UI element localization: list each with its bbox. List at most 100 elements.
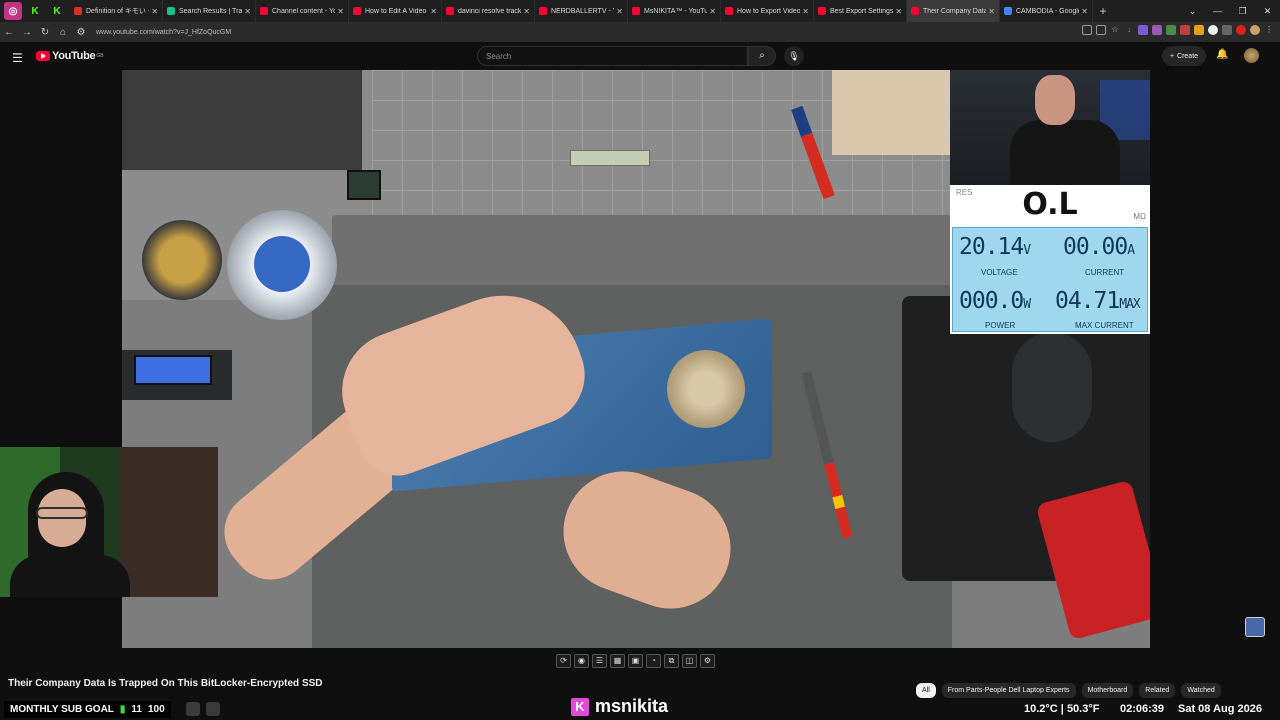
extension-3-icon[interactable]: [1166, 25, 1176, 35]
search-button[interactable]: ⌕: [748, 46, 776, 66]
extension-2-icon[interactable]: [1152, 25, 1162, 35]
tab-title: Search Results | Trainline: [179, 7, 243, 15]
video-title: Their Company Data Is Trapped On This Bi…: [8, 678, 323, 689]
playlist-icon[interactable]: ☰: [592, 654, 607, 668]
back-icon[interactable]: ←: [0, 27, 18, 38]
reload-icon[interactable]: ↻: [36, 27, 54, 38]
video-fan: [667, 350, 745, 428]
browser-tab[interactable]: Best Export Settings in Da✕: [814, 0, 907, 22]
extension-1-icon[interactable]: [1138, 25, 1148, 35]
account-avatar[interactable]: [1244, 48, 1259, 63]
tab-close-icon[interactable]: ✕: [988, 7, 995, 16]
filter-chip[interactable]: Motherboard: [1081, 683, 1134, 698]
tab-title: davinci resolve track, rem: [458, 7, 522, 15]
youtube-play-icon: [36, 51, 50, 61]
new-tab-button[interactable]: +: [1093, 4, 1113, 18]
tab-title: Channel content - YouTub: [272, 7, 335, 15]
tab-close-icon[interactable]: ✕: [244, 7, 251, 16]
browser-tab[interactable]: MsNIKITA™ - YouTube✕: [628, 0, 721, 22]
tab-favicon-icon: [167, 7, 175, 15]
browser-tab[interactable]: NERDBALLERTV - YouTub✕: [535, 0, 628, 22]
search-input[interactable]: Search: [477, 46, 748, 66]
download-icon[interactable]: ↓: [1124, 25, 1134, 35]
browser-tab[interactable]: Channel content - YouTub✕: [256, 0, 349, 22]
streamer-webcam: [950, 70, 1150, 185]
site-info-icon[interactable]: ⚙: [72, 27, 90, 38]
browser-tab[interactable]: How to Export Videos wit✕: [721, 0, 814, 22]
browser-tab[interactable]: davinci resolve track, rem✕: [442, 0, 535, 22]
pip-icon[interactable]: ⧉: [664, 654, 679, 668]
create-button[interactable]: + Create: [1162, 46, 1206, 66]
chapters-icon[interactable]: ▦: [610, 654, 625, 668]
forward-icon[interactable]: →: [18, 27, 36, 38]
tab-close-icon[interactable]: ✕: [802, 7, 809, 16]
notifications-icon[interactable]: 🔔: [1216, 49, 1228, 60]
home-icon[interactable]: ⌂: [54, 27, 72, 38]
menu-dots-icon[interactable]: ⋮: [1264, 25, 1274, 35]
bookmark-star-icon[interactable]: ☆: [1110, 25, 1120, 35]
speed-icon[interactable]: ◔: [646, 654, 661, 668]
video-player[interactable]: RES O.L MΩ 20.14V VOLTAGE 00.00A CURRENT…: [122, 70, 1150, 648]
tab-search-icon[interactable]: ⌄: [1180, 6, 1205, 17]
maximize-icon[interactable]: ❐: [1230, 6, 1255, 17]
tab-close-icon[interactable]: ✕: [430, 7, 437, 16]
tab-close-icon[interactable]: ✕: [523, 7, 530, 16]
player-controls: ⟳ ◉ ☰ ▦ ▣ ◔ ⧉ ◫ ⚙: [556, 653, 720, 669]
menu-icon[interactable]: ☰: [12, 51, 23, 65]
tab-close-icon[interactable]: ✕: [1081, 7, 1088, 16]
video-psu-screen: [134, 355, 212, 385]
install-icon[interactable]: [1082, 25, 1092, 35]
video-ssd: [570, 150, 650, 166]
filter-chip[interactable]: From Parts-People Dell Laptop Experts: [941, 683, 1076, 698]
tab-close-icon[interactable]: ✕: [616, 7, 623, 16]
window-controls: ⌄ — ❐ ✕: [1180, 0, 1280, 22]
tab-close-icon[interactable]: ✕: [709, 7, 716, 16]
close-window-icon[interactable]: ✕: [1255, 6, 1280, 17]
extension-6-icon[interactable]: [1208, 25, 1218, 35]
voice-search-icon[interactable]: 🎙: [784, 46, 804, 66]
video-bench-equipment: [122, 70, 362, 170]
browser-tab[interactable]: How to Edit A Video in Da✕: [349, 0, 442, 22]
filter-chip[interactable]: All: [916, 683, 936, 698]
audio-icon[interactable]: ◉: [574, 654, 589, 668]
tab-favicon-icon: [911, 7, 919, 15]
tab-close-icon[interactable]: ✕: [895, 7, 902, 16]
profile-avatar[interactable]: [1250, 25, 1260, 35]
browser-tab[interactable]: Search Results | Trainline✕: [163, 0, 256, 22]
create-label: Create: [1177, 52, 1199, 60]
pinned-tab-kick-2[interactable]: K: [48, 2, 66, 20]
screenshot-icon[interactable]: [1096, 25, 1106, 35]
sub-goal-label: MONTHLY SUB GOAL: [10, 704, 114, 715]
extension-7-icon[interactable]: [1222, 25, 1232, 35]
loop-icon[interactable]: ⟳: [556, 654, 571, 668]
pinned-tab-instagram[interactable]: ◎: [4, 2, 22, 20]
tab-close-icon[interactable]: ✕: [337, 7, 344, 16]
tab-favicon-icon: [818, 7, 826, 15]
pinned-tab-kick-1[interactable]: K: [26, 2, 44, 20]
plus-icon: +: [1169, 52, 1175, 60]
camera-icon[interactable]: ◫: [682, 654, 697, 668]
meter-reading: O.L: [1022, 187, 1078, 222]
extension-8-icon[interactable]: [1236, 25, 1246, 35]
video-parts-rail: [332, 215, 952, 290]
extension-4-icon[interactable]: [1180, 25, 1190, 35]
current-label: CURRENT: [1085, 268, 1125, 277]
floating-app-icon[interactable]: [1245, 617, 1265, 637]
youtube-logo[interactable]: YouTube GB: [36, 50, 104, 62]
filter-chip[interactable]: Related: [1139, 683, 1176, 698]
tab-favicon-icon: [539, 7, 547, 15]
minimize-icon[interactable]: —: [1205, 6, 1230, 16]
related-filter-chips: All From Parts-People Dell Laptop Experts…: [916, 683, 1221, 698]
settings-icon[interactable]: ⚙: [700, 654, 715, 668]
address-bar[interactable]: www.youtube.com/watch?v=J_HfZoQucGM: [96, 29, 231, 36]
filter-chip[interactable]: Watched: [1181, 683, 1221, 698]
browser-tab[interactable]: Definition of キモい - Jap✕: [70, 0, 163, 22]
facecam-glasses: [36, 507, 88, 519]
extension-5-icon[interactable]: [1194, 25, 1204, 35]
browser-tab[interactable]: CAMBODIA - Google Sea✕: [1000, 0, 1093, 22]
browser-tab[interactable]: Their Company Data Is Tr✕: [907, 0, 1000, 22]
overlay-icon-2: [206, 702, 220, 716]
miniplayer-icon[interactable]: ▣: [628, 654, 643, 668]
tab-close-icon[interactable]: ✕: [151, 7, 158, 16]
facecam-bg-right: [120, 447, 218, 597]
